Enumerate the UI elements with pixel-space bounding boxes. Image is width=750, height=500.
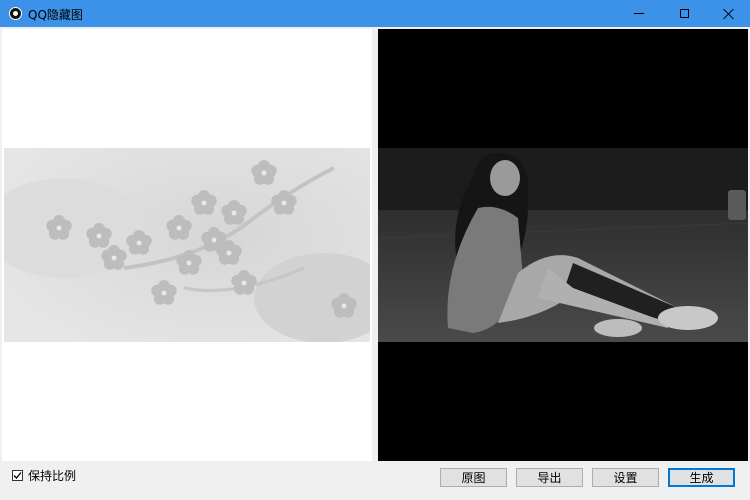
hidden-image <box>378 148 748 342</box>
close-button[interactable] <box>709 0 749 27</box>
settings-button[interactable]: 设置 <box>592 468 659 487</box>
cover-image-panel[interactable] <box>2 29 372 461</box>
keep-ratio-option[interactable]: 保持比例 <box>12 467 76 484</box>
original-image-button[interactable]: 原图 <box>440 468 507 487</box>
maximize-icon <box>679 9 689 18</box>
keep-ratio-label[interactable]: 保持比例 <box>28 467 76 484</box>
export-button[interactable]: 导出 <box>516 468 583 487</box>
window-title: QQ隐藏图 <box>28 8 83 22</box>
minimize-icon <box>634 13 644 14</box>
title-bar: QQ隐藏图 <box>0 0 750 27</box>
generate-button[interactable]: 生成 <box>668 468 735 487</box>
hidden-image-panel[interactable] <box>378 29 748 461</box>
checkmark-icon <box>13 472 22 479</box>
app-icon <box>9 7 22 20</box>
maximize-button[interactable] <box>664 0 704 27</box>
cover-image <box>4 148 370 342</box>
minimize-button[interactable] <box>619 0 659 27</box>
close-icon <box>723 8 735 20</box>
keep-ratio-checkbox[interactable] <box>12 470 23 481</box>
